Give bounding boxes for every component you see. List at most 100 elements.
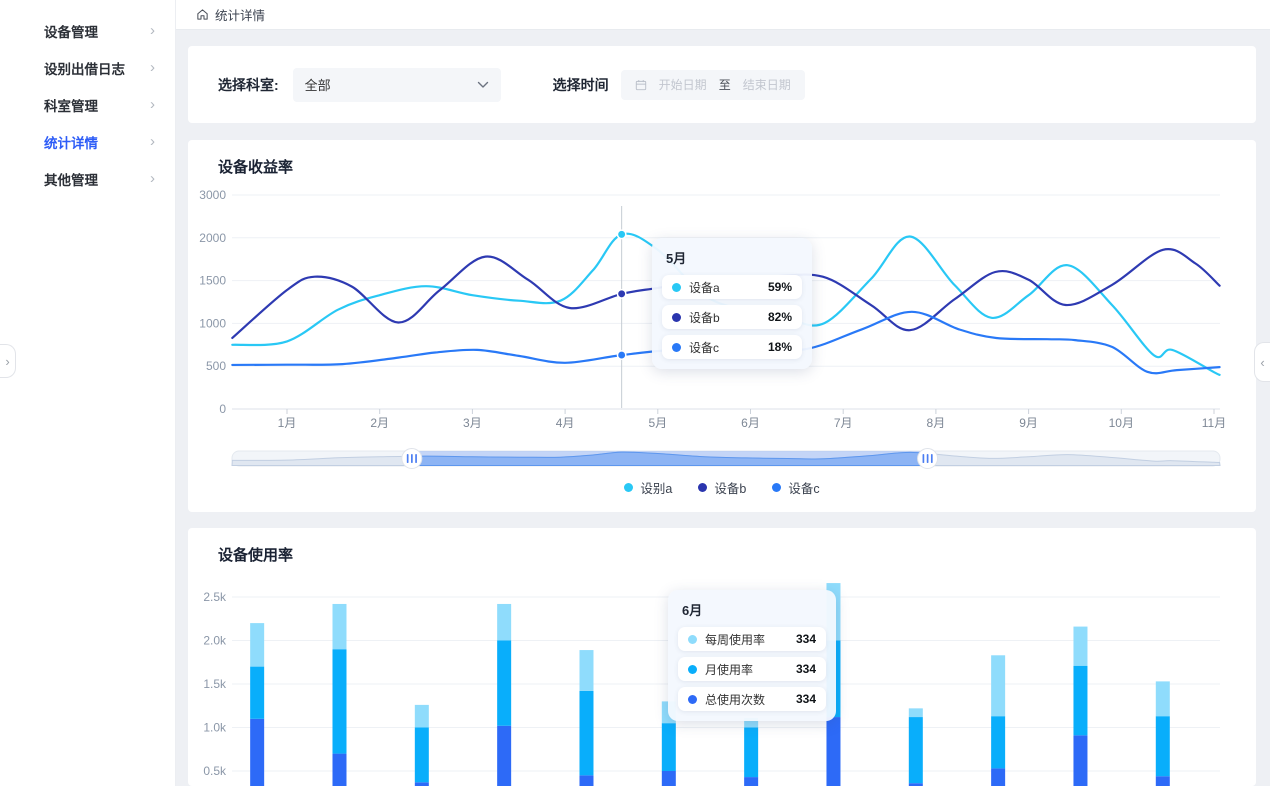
bar-segment[interactable] [497, 604, 511, 641]
bar-segment[interactable] [662, 723, 676, 771]
chevron-right-icon: › [150, 171, 155, 186]
legend-label: 设别a [640, 478, 672, 497]
tooltip-title: 6月 [682, 600, 826, 619]
tooltip-row: 每周使用率 334 [678, 627, 826, 651]
tooltip-series-value: 334 [796, 632, 816, 646]
bar-segment[interactable] [415, 782, 429, 786]
bar-segment[interactable] [332, 754, 346, 786]
tooltip-series-name: 总使用次数 [705, 691, 765, 708]
legend-item-2[interactable]: 设备c [772, 478, 819, 497]
sidebar-item-2[interactable]: 科室管理 › [0, 86, 175, 123]
bar-segment[interactable] [579, 650, 593, 691]
tooltip-series-name: 设备b [689, 309, 720, 326]
app-root: 设备管理›设别出借日志›科室管理›统计详情›其他管理› 统计详情 选择科室: 全… [0, 0, 1270, 786]
legend-label: 设备c [788, 478, 819, 497]
end-date-input[interactable]: 结束日期 [743, 76, 791, 93]
series-dot-icon [688, 635, 697, 644]
sidebar-item-3[interactable]: 统计详情› [0, 123, 175, 160]
legend-item-0[interactable]: 设别a [624, 478, 672, 497]
bar-segment[interactable] [1073, 666, 1087, 736]
bar-segment[interactable] [497, 726, 511, 786]
chevron-right-icon: › [150, 60, 155, 75]
bar-segment[interactable] [744, 728, 758, 778]
svg-text:3月: 3月 [463, 416, 482, 430]
svg-text:0.5k: 0.5k [203, 764, 227, 778]
bar-segment[interactable] [1073, 735, 1087, 786]
svg-text:5月: 5月 [648, 416, 667, 430]
bar-segment[interactable] [579, 775, 593, 786]
bar-segment[interactable] [1156, 681, 1170, 716]
series-dot-icon [672, 313, 681, 322]
svg-text:500: 500 [206, 359, 226, 373]
svg-text:2000: 2000 [199, 231, 226, 245]
svg-text:7月: 7月 [834, 416, 853, 430]
usage-chart-card: 设备使用率 0.5k1.0k1.5k2.0k2.5k 6月每周使用率334月使用… [188, 528, 1256, 786]
bar-segment[interactable] [662, 771, 676, 786]
legend-dot-icon [698, 483, 707, 492]
sidebar-item-0[interactable]: 设备管理 › [0, 12, 175, 49]
dept-select[interactable]: 全部 [293, 68, 501, 102]
datazoom-handle-right[interactable] [918, 449, 938, 469]
tooltip-row: 设备b82% [662, 305, 802, 329]
bar-segment[interactable] [250, 623, 264, 667]
bar-segment[interactable] [991, 655, 1005, 716]
legend-dot-icon [772, 483, 781, 492]
bar-segment[interactable] [497, 641, 511, 726]
svg-text:1.0k: 1.0k [203, 721, 227, 735]
tooltip-series-value: 334 [796, 692, 816, 706]
bar-segment[interactable] [991, 768, 1005, 786]
bar-segment[interactable] [250, 667, 264, 719]
date-range-picker[interactable]: 开始日期 至 结束日期 [621, 70, 805, 100]
dept-select-value: 全部 [305, 75, 331, 94]
chevron-right-icon: › [150, 134, 155, 149]
chevron-down-icon [477, 81, 489, 89]
sidebar-item-label: 其他管理 [44, 169, 98, 189]
sidebar-item-label: 设备管理 [44, 21, 98, 41]
sidebar-item-label: 设别出借日志 [44, 58, 125, 78]
tooltip-row: 总使用次数 334 [678, 687, 826, 711]
collapse-right-button[interactable]: ‹ [1254, 342, 1270, 382]
bar-segment[interactable] [1156, 776, 1170, 786]
bar-segment[interactable] [415, 705, 429, 728]
sidebar-item-1[interactable]: 设别出借日志 › [0, 49, 175, 86]
svg-text:1000: 1000 [199, 316, 226, 330]
tooltip-series-name: 设备c [689, 339, 719, 356]
tooltip-series-name: 设备a [689, 279, 720, 296]
bar-segment[interactable] [1073, 627, 1087, 666]
series-dot-icon [688, 695, 697, 704]
chevron-right-icon: › [150, 97, 155, 112]
bar-segment[interactable] [909, 708, 923, 717]
date-separator: 至 [719, 76, 731, 93]
tooltip-series-value: 59% [768, 280, 792, 294]
svg-text:1.5k: 1.5k [203, 677, 227, 691]
start-date-input[interactable]: 开始日期 [659, 76, 707, 93]
revenue-chart-legend: 设别a 设备b 设备c [188, 478, 1256, 497]
svg-text:9月: 9月 [1019, 416, 1038, 430]
bar-segment[interactable] [909, 717, 923, 783]
series-dot-icon [672, 283, 681, 292]
home-icon [196, 8, 209, 21]
tooltip-series-name: 每周使用率 [705, 631, 765, 648]
tooltip-row: 设备c 18% [662, 335, 802, 359]
expand-left-button[interactable]: › [0, 344, 16, 378]
svg-text:10月: 10月 [1109, 416, 1134, 430]
legend-item-1[interactable]: 设备b [698, 478, 746, 497]
bar-segment[interactable] [744, 777, 758, 786]
bar-segment[interactable] [332, 649, 346, 753]
bar-segment[interactable] [579, 691, 593, 775]
bar-segment[interactable] [826, 717, 840, 786]
tooltip-series-value: 18% [768, 340, 792, 354]
tooltip-title: 5月 [666, 248, 802, 267]
chevron-right-icon: › [150, 23, 155, 38]
time-filter-label: 选择时间 [553, 75, 609, 95]
usage-chart-tooltip: 6月每周使用率334月使用率334总使用次数334 [668, 590, 836, 721]
bar-segment[interactable] [991, 716, 1005, 768]
sidebar-item-label: 科室管理 [44, 95, 98, 115]
bar-segment[interactable] [332, 604, 346, 649]
bar-segment[interactable] [250, 719, 264, 786]
bar-segment[interactable] [1156, 716, 1170, 776]
tooltip-row: 设备a 59% [662, 275, 802, 299]
sidebar-item-4[interactable]: 其他管理 › [0, 160, 175, 197]
datazoom-handle-left[interactable] [402, 449, 422, 469]
bar-segment[interactable] [415, 728, 429, 783]
